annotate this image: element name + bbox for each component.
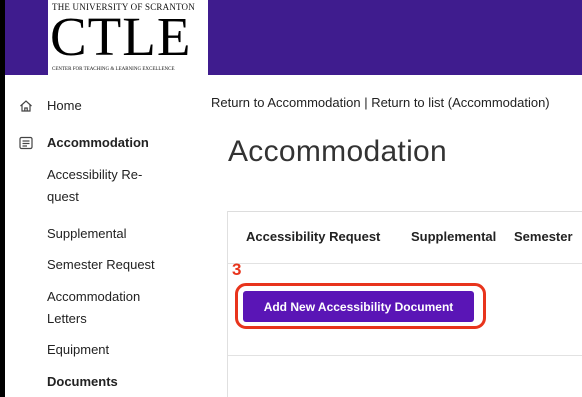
tab-divider: [228, 263, 582, 264]
list-icon: [19, 136, 33, 150]
sidebar-item-home[interactable]: Home: [5, 95, 205, 117]
tab-accessibility-request[interactable]: Accessibility Request: [246, 229, 380, 244]
section-divider: [228, 355, 582, 356]
breadcrumb-separator: |: [360, 95, 372, 110]
add-new-accessibility-document-button[interactable]: Add New Accessibility Document: [243, 291, 474, 322]
return-to-accommodation-link[interactable]: Return to Accommodation: [211, 95, 361, 110]
tab-semester[interactable]: Semester: [514, 229, 573, 244]
sidebar-item-label: Home: [47, 98, 82, 113]
main-content: Return to Accommodation | Return to list…: [205, 75, 582, 397]
sidebar-subitem-accommodation-letters[interactable]: Accommodation Letters: [47, 286, 157, 330]
sidebar-subitem-equipment[interactable]: Equipment: [47, 339, 167, 361]
sidebar-subitem-accessibility-request[interactable]: Accessibility Re-quest: [47, 164, 147, 208]
card-border: [228, 211, 582, 212]
return-to-list-link[interactable]: Return to list (Accommodation): [371, 95, 549, 110]
logo-tagline: CENTER FOR TEACHING & LEARNING EXCELLENC…: [52, 67, 175, 72]
breadcrumb: Return to Accommodation | Return to list…: [211, 95, 550, 110]
home-icon: [19, 99, 33, 113]
sidebar-subitem-supplemental[interactable]: Supplemental: [47, 223, 167, 245]
sidebar-subitem-documents[interactable]: Documents: [47, 371, 167, 393]
site-header: THE UNIVERSITY OF SCRANTON CTLE CENTER F…: [5, 0, 582, 75]
sidebar-subitem-semester-request[interactable]: Semester Request: [47, 254, 167, 276]
sidebar: Home Accommodation Accessibility Re-ques…: [5, 75, 205, 397]
tab-supplemental[interactable]: Supplemental: [411, 229, 496, 244]
card-border-left: [227, 211, 228, 397]
sidebar-item-label: Accommodation: [47, 135, 149, 150]
step-number-annotation: 3: [232, 260, 242, 279]
sidebar-item-accommodation[interactable]: Accommodation: [5, 133, 205, 155]
page-title: Accommodation: [228, 135, 447, 168]
logo-acronym: CTLE: [50, 6, 192, 67]
ctle-logo[interactable]: THE UNIVERSITY OF SCRANTON CTLE CENTER F…: [48, 0, 208, 75]
